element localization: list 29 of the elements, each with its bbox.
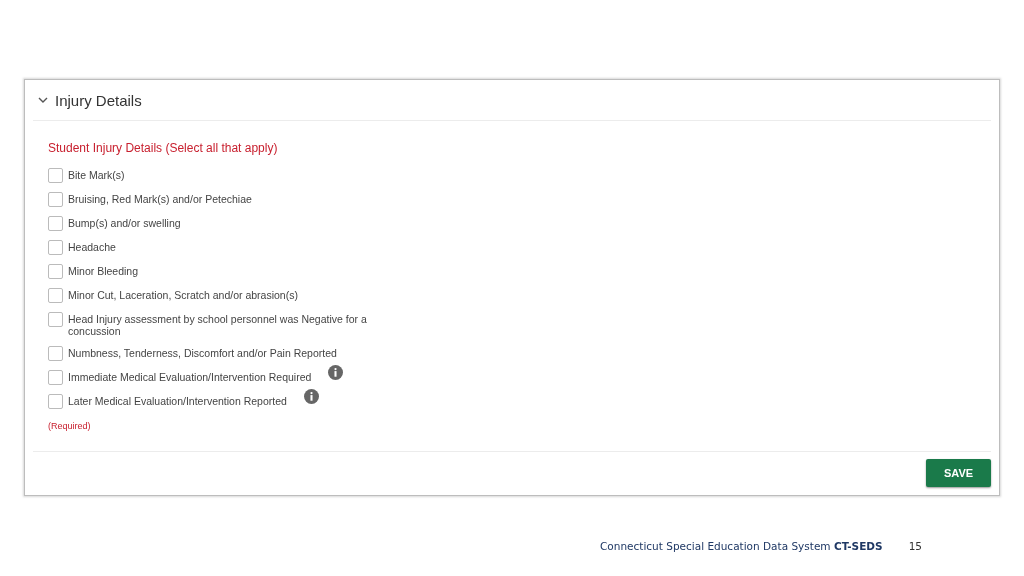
footer-text: Connecticut Special Education Data System CT-SEDS (600, 540, 883, 552)
info-icon[interactable] (303, 389, 319, 404)
chevron-icon[interactable] (38, 96, 48, 104)
checkbox[interactable] (48, 216, 63, 231)
checkbox[interactable] (48, 346, 63, 361)
page-number: 15 (908, 540, 922, 552)
option-label: Headache (68, 241, 116, 253)
panel-title: Injury Details (55, 91, 142, 109)
required-note: (Required) (48, 421, 92, 431)
option-label: Minor Bleeding (68, 265, 139, 277)
checkbox[interactable] (48, 168, 63, 183)
option-label: Bite Mark(s) (68, 169, 125, 181)
checkbox[interactable] (48, 192, 63, 207)
question-label: Student Injury Details (Select all that apply) (48, 141, 279, 155)
option-label: Bump(s) and/or swelling (68, 217, 181, 229)
checkbox[interactable] (48, 264, 63, 279)
checkbox[interactable] (48, 312, 63, 327)
checkbox[interactable] (48, 394, 63, 409)
option-label: Head Injury assessment by school personnel was Negative for a concussion (68, 313, 368, 337)
option-label: Later Medical Evaluation/Intervention Reported (68, 395, 287, 407)
option-label: Numbness, Tenderness, Discomfort and/or Pain Reported (68, 347, 337, 359)
checkbox[interactable] (48, 370, 63, 385)
checkbox[interactable] (48, 288, 63, 303)
save-button[interactable]: SAVE (926, 459, 991, 487)
info-icon[interactable] (328, 365, 344, 380)
option-label: Immediate Medical Evaluation/Intervention Required (68, 371, 312, 383)
checkbox[interactable] (48, 240, 63, 255)
option-label: Bruising, Red Mark(s) and/or Petechiae (68, 193, 252, 205)
option-label: Minor Cut, Laceration, Scratch and/or abrasion(s) (68, 289, 298, 301)
